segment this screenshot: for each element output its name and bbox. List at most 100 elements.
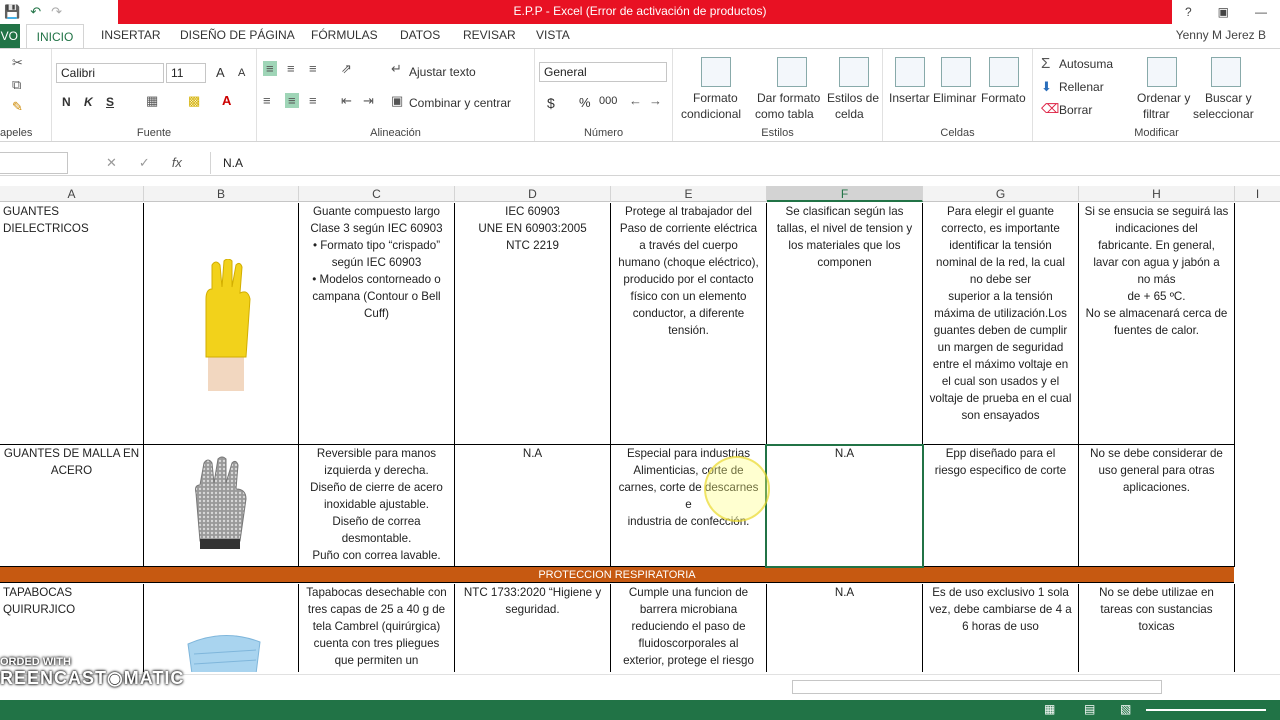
tab-diseno[interactable]: DISEÑO DE PÁGINA bbox=[180, 28, 295, 42]
align-bottom-icon[interactable]: ≡ bbox=[309, 61, 317, 76]
cell-g-row1[interactable]: Para elegir el guante correcto, es import… bbox=[923, 203, 1079, 445]
cell-h-row2[interactable]: No se debe considerar de uso general para… bbox=[1079, 445, 1235, 567]
autosum-button[interactable]: Autosuma bbox=[1059, 57, 1113, 71]
align-left-icon[interactable]: ≡ bbox=[263, 93, 271, 108]
name-box[interactable] bbox=[0, 152, 68, 174]
italic-button[interactable]: K bbox=[84, 95, 93, 109]
tab-insertar[interactable]: INSERTAR bbox=[101, 28, 161, 42]
normal-view-icon[interactable]: ▦ bbox=[1044, 702, 1055, 716]
cell-e-row3[interactable]: Cumple una funcion de barrera microbiana r… bbox=[611, 584, 767, 672]
clear-button[interactable]: Borrar bbox=[1059, 103, 1092, 117]
orientation-icon[interactable]: ⇗ bbox=[341, 61, 352, 77]
fill-down-icon[interactable]: ⬇ bbox=[1041, 79, 1052, 95]
increase-indent-icon[interactable]: ⇥ bbox=[363, 93, 374, 109]
cell-d-row2[interactable]: N.A bbox=[455, 445, 611, 567]
percent-button[interactable]: % bbox=[579, 95, 591, 110]
col-header-g[interactable]: G bbox=[923, 186, 1079, 202]
cell-styles-icon[interactable] bbox=[839, 57, 869, 87]
cell-b-row1[interactable] bbox=[144, 203, 299, 445]
insert-cells-icon[interactable] bbox=[895, 57, 925, 87]
col-header-a[interactable]: A bbox=[0, 186, 144, 202]
page-break-icon[interactable]: ▧ bbox=[1120, 702, 1131, 716]
find-select-label-1[interactable]: Buscar y bbox=[1205, 91, 1252, 105]
conditional-format-icon[interactable] bbox=[701, 57, 731, 87]
find-select-icon[interactable] bbox=[1211, 57, 1241, 87]
align-middle-icon[interactable]: ≡ bbox=[287, 61, 295, 76]
ribbon-display-icon[interactable]: ▣ bbox=[1218, 5, 1229, 19]
autosum-icon[interactable]: Σ bbox=[1041, 55, 1050, 72]
enter-icon[interactable]: ✓ bbox=[139, 155, 150, 171]
align-top-icon[interactable]: ≡ bbox=[263, 61, 277, 76]
cell-e-row1[interactable]: Protege al trabajador del Paso de corrien… bbox=[611, 203, 767, 445]
delete-button[interactable]: Eliminar bbox=[933, 91, 976, 105]
tab-vista[interactable]: VISTA bbox=[536, 28, 570, 42]
thousands-button[interactable]: 000 bbox=[599, 95, 617, 107]
cell-a-row2[interactable]: GUANTES DE MALLA EN ACERO bbox=[0, 445, 144, 567]
cell-a-row1[interactable]: GUANTES DIELECTRICOS bbox=[0, 203, 144, 445]
table-format-label-2[interactable]: como tabla bbox=[755, 107, 814, 121]
formula-input[interactable]: N.A bbox=[210, 152, 1280, 174]
col-header-i[interactable]: I bbox=[1235, 186, 1280, 202]
fill-color-icon[interactable]: ▩ bbox=[188, 93, 200, 109]
borders-icon[interactable]: ▦ bbox=[146, 93, 158, 109]
align-right-icon[interactable]: ≡ bbox=[309, 93, 317, 108]
cell-b-row2[interactable] bbox=[144, 445, 299, 567]
cut-icon[interactable]: ✂ bbox=[12, 55, 23, 71]
decimal-decrease-icon[interactable]: → bbox=[649, 93, 662, 108]
table-format-icon[interactable] bbox=[777, 57, 807, 87]
tab-datos[interactable]: DATOS bbox=[400, 28, 440, 42]
tab-file[interactable]: VO bbox=[0, 24, 20, 48]
grow-font-button[interactable]: A bbox=[216, 65, 225, 80]
sort-filter-icon[interactable] bbox=[1147, 57, 1177, 87]
delete-cells-icon[interactable] bbox=[941, 57, 971, 87]
cell-styles-label-1[interactable]: Estilos de bbox=[827, 91, 879, 105]
cell-g-row3[interactable]: Es de uso exclusivo 1 sola vez, debe camb… bbox=[923, 584, 1079, 672]
col-header-d[interactable]: D bbox=[455, 186, 611, 202]
tab-inicio[interactable]: INICIO bbox=[26, 24, 84, 49]
cell-h-row3[interactable]: No se debe utilizae en tareas con sustanc… bbox=[1079, 584, 1235, 672]
col-header-c[interactable]: C bbox=[299, 186, 455, 202]
sort-filter-label-1[interactable]: Ordenar y bbox=[1137, 91, 1190, 105]
currency-button[interactable]: $ bbox=[547, 95, 555, 111]
user-name[interactable]: Yenny M Jerez B bbox=[1176, 28, 1266, 42]
tab-formulas[interactable]: FÓRMULAS bbox=[311, 28, 378, 42]
cond-format-label-1[interactable]: Formato bbox=[693, 91, 738, 105]
zoom-slider[interactable] bbox=[1146, 709, 1266, 711]
col-header-b[interactable]: B bbox=[144, 186, 299, 202]
page-layout-icon[interactable]: ▤ bbox=[1084, 702, 1095, 716]
align-center-icon[interactable]: ≡ bbox=[285, 93, 299, 108]
font-color-icon[interactable]: A bbox=[222, 93, 231, 108]
insert-button[interactable]: Insertar bbox=[889, 91, 930, 105]
cell-f-row1[interactable]: Se clasifican según las tallas, el nivel … bbox=[767, 203, 923, 445]
cell-d-row1[interactable]: IEC 60903 UNE EN 60903:2005 NTC 2219 bbox=[455, 203, 611, 445]
format-button[interactable]: Formato bbox=[981, 91, 1026, 105]
col-header-f[interactable]: F bbox=[767, 186, 923, 202]
cell-c-row3[interactable]: Tapabocas desechable con tres capas de 25… bbox=[299, 584, 455, 672]
cond-format-label-2[interactable]: condicional bbox=[681, 107, 741, 121]
merge-center-button[interactable]: Combinar y centrar bbox=[409, 96, 511, 110]
cell-c-row1[interactable]: Guante compuesto largo Clase 3 según IEC … bbox=[299, 203, 455, 445]
clear-icon[interactable]: ⌫ bbox=[1041, 101, 1059, 117]
merge-icon[interactable]: ▣ bbox=[391, 93, 403, 109]
cell-c-row2[interactable]: Reversible para manos izquierda y derecha… bbox=[299, 445, 455, 567]
tab-revisar[interactable]: REVISAR bbox=[463, 28, 516, 42]
minimize-icon[interactable]: — bbox=[1255, 5, 1267, 19]
shrink-font-button[interactable]: A bbox=[238, 67, 245, 79]
wrap-text-button[interactable]: Ajustar texto bbox=[409, 65, 476, 79]
format-painter-icon[interactable]: ✎ bbox=[12, 99, 23, 115]
cell-g-row2[interactable]: Epp diseñado para el riesgo especifico de… bbox=[923, 445, 1079, 567]
sort-filter-label-2[interactable]: filtrar bbox=[1143, 107, 1170, 121]
bold-button[interactable]: N bbox=[62, 95, 71, 109]
fill-button[interactable]: Rellenar bbox=[1059, 80, 1104, 94]
copy-icon[interactable]: ⧉ bbox=[12, 77, 21, 93]
col-header-h[interactable]: H bbox=[1079, 186, 1235, 202]
table-format-label-1[interactable]: Dar formato bbox=[757, 91, 820, 105]
format-cells-icon[interactable] bbox=[989, 57, 1019, 87]
font-size-select[interactable]: 11 bbox=[166, 63, 206, 83]
help-icon[interactable]: ? bbox=[1185, 5, 1192, 19]
insert-function-icon[interactable]: fx bbox=[172, 155, 182, 171]
number-format-select[interactable]: General bbox=[539, 62, 667, 82]
decrease-indent-icon[interactable]: ⇤ bbox=[341, 93, 352, 109]
decimal-increase-icon[interactable]: ← bbox=[629, 93, 642, 108]
section-protection-respiratoria[interactable]: PROTECCION RESPIRATORIA bbox=[0, 567, 1234, 583]
